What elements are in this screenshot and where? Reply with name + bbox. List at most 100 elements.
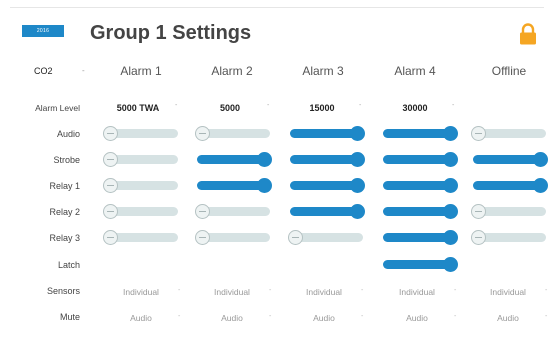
alarm-level-input-3[interactable]: 15000 - <box>287 101 373 117</box>
alarm-level-value: 30000 <box>402 103 428 113</box>
alarm-level-input-4[interactable]: 30000 - <box>380 101 466 117</box>
toggle-knob[interactable] <box>103 178 118 193</box>
chevron-down-icon: - <box>269 287 272 294</box>
chevron-down-icon: - <box>82 66 85 75</box>
toggle-knob[interactable] <box>350 178 365 193</box>
relay1-toggle-1[interactable] <box>103 178 178 194</box>
relay1-toggle-3[interactable] <box>290 178 365 194</box>
row-label-relay-1: Relay 1 <box>49 181 80 191</box>
toggle-knob[interactable] <box>350 126 365 141</box>
chevron-down-icon: - <box>178 287 181 294</box>
sensors-select-2[interactable]: Individual - <box>197 287 283 301</box>
lock-icon[interactable] <box>518 23 538 45</box>
relay2-toggle-1[interactable] <box>103 204 178 220</box>
relay2-toggle-4[interactable] <box>383 204 458 220</box>
sensors-select-1[interactable]: Individual - <box>106 287 192 301</box>
toggle-knob[interactable] <box>195 204 210 219</box>
mute-select-3[interactable]: Audio - <box>289 313 375 327</box>
column-header-alarm-4: Alarm 4 <box>394 64 436 78</box>
strobe-toggle-4[interactable] <box>383 152 458 168</box>
page-title: Group 1 Settings <box>90 22 252 44</box>
latch-toggle-4[interactable] <box>383 257 458 273</box>
sensors-select-value: Individual <box>214 287 250 297</box>
toggle-knob[interactable] <box>350 204 365 219</box>
toggle-knob[interactable] <box>533 178 548 193</box>
toggle-knob[interactable] <box>443 152 458 167</box>
back-button[interactable]: 2016 <box>22 25 64 37</box>
mute-select-value: Audio <box>406 313 428 323</box>
toggle-knob[interactable] <box>443 178 458 193</box>
row-label-latch: Latch <box>57 260 80 270</box>
sensors-select-5[interactable]: Individual - <box>473 287 550 301</box>
row-label-alarm-level: Alarm Level <box>35 103 80 113</box>
relay1-toggle-5[interactable] <box>473 178 548 194</box>
toggle-knob[interactable] <box>257 178 272 193</box>
relay3-toggle-3[interactable] <box>288 230 363 246</box>
toggle-knob[interactable] <box>471 204 486 219</box>
toggle-knob[interactable] <box>533 152 548 167</box>
sensors-select-4[interactable]: Individual - <box>382 287 468 301</box>
relay3-toggle-4[interactable] <box>383 230 458 246</box>
column-header-alarm-2: Alarm 2 <box>211 64 253 78</box>
relay3-toggle-1[interactable] <box>103 230 178 246</box>
toggle-knob[interactable] <box>471 230 486 245</box>
gas-select-value: CO2 <box>34 66 53 76</box>
row-label-relay-2: Relay 2 <box>49 207 80 217</box>
toggle-knob[interactable] <box>257 152 272 167</box>
row-label-audio: Audio <box>56 129 80 139</box>
toggle-knob[interactable] <box>103 152 118 167</box>
column-header-offline: Offline <box>491 64 527 78</box>
audio-toggle-5[interactable] <box>471 126 546 142</box>
relay1-toggle-4[interactable] <box>383 178 458 194</box>
toggle-knob[interactable] <box>350 152 365 167</box>
alarm-level-input-1[interactable]: 5000 TWA - <box>103 101 189 117</box>
relay2-toggle-5[interactable] <box>471 204 546 220</box>
toggle-knob[interactable] <box>443 257 458 272</box>
toggle-knob[interactable] <box>288 230 303 245</box>
sensors-select-value: Individual <box>399 287 435 297</box>
toggle-knob[interactable] <box>195 230 210 245</box>
mute-select-4[interactable]: Audio - <box>382 313 468 327</box>
toggle-knob[interactable] <box>443 204 458 219</box>
mute-select-value: Audio <box>497 313 519 323</box>
alarm-level-input-2[interactable]: 5000 - <box>195 101 281 117</box>
chevron-down-icon: - <box>545 287 548 294</box>
relay3-toggle-2[interactable] <box>195 230 270 246</box>
toggle-knob[interactable] <box>443 230 458 245</box>
mute-select-1[interactable]: Audio - <box>106 313 192 327</box>
dash-icon: - <box>175 102 178 109</box>
toggle-knob[interactable] <box>195 126 210 141</box>
mute-select-value: Audio <box>130 313 152 323</box>
strobe-toggle-1[interactable] <box>103 152 178 168</box>
strobe-toggle-2[interactable] <box>197 152 272 168</box>
mute-select-5[interactable]: Audio - <box>473 313 550 327</box>
relay2-toggle-3[interactable] <box>290 204 365 220</box>
relay2-toggle-2[interactable] <box>195 204 270 220</box>
sensors-select-value: Individual <box>490 287 526 297</box>
toggle-knob[interactable] <box>103 126 118 141</box>
chevron-down-icon: - <box>361 313 364 320</box>
strobe-toggle-3[interactable] <box>290 152 365 168</box>
chevron-down-icon: - <box>269 313 272 320</box>
chevron-down-icon: - <box>178 313 181 320</box>
toggle-knob[interactable] <box>443 126 458 141</box>
toggle-knob[interactable] <box>471 126 486 141</box>
audio-toggle-4[interactable] <box>383 126 458 142</box>
audio-toggle-1[interactable] <box>103 126 178 142</box>
sensors-select-3[interactable]: Individual - <box>289 287 375 301</box>
relay3-toggle-5[interactable] <box>471 230 546 246</box>
relay1-toggle-2[interactable] <box>197 178 272 194</box>
audio-toggle-2[interactable] <box>195 126 270 142</box>
alarm-level-value: 5000 <box>219 103 241 113</box>
strobe-toggle-5[interactable] <box>473 152 548 168</box>
toggle-knob[interactable] <box>103 204 118 219</box>
chevron-down-icon: - <box>454 313 457 320</box>
audio-toggle-3[interactable] <box>290 126 365 142</box>
row-label-mute: Mute <box>59 312 80 322</box>
row-label-sensors: Sensors <box>46 286 80 296</box>
alarm-level-value: 15000 <box>309 103 335 113</box>
mute-select-value: Audio <box>221 313 243 323</box>
mute-select-2[interactable]: Audio - <box>197 313 283 327</box>
toggle-knob[interactable] <box>103 230 118 245</box>
gas-select[interactable]: CO2 - <box>30 66 92 82</box>
